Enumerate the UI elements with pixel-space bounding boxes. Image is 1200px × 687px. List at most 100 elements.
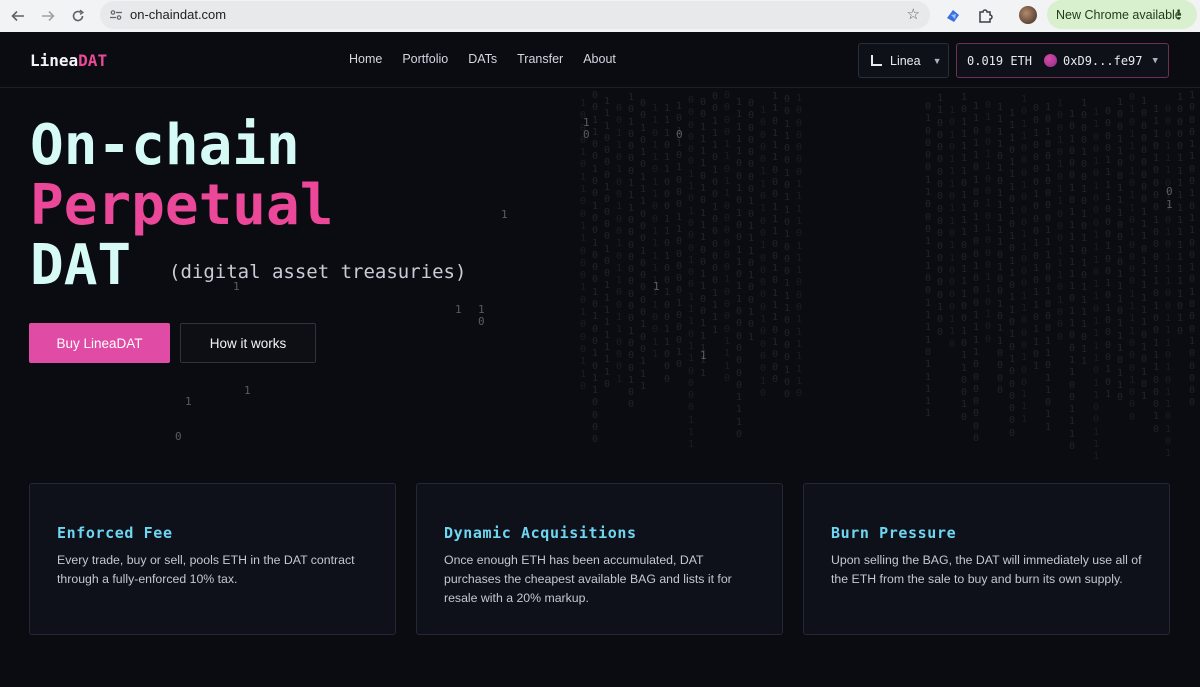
reload-icon[interactable] bbox=[67, 5, 89, 27]
url-text[interactable]: on-chaindat.com bbox=[130, 7, 226, 22]
feature-title: Dynamic Acquisitions bbox=[444, 524, 637, 542]
binary-column: 1 0 1 1 0 0 0 1 0 0 0 1 1 0 0 0 1 1 0 0 … bbox=[1021, 94, 1028, 425]
main-nav: Home Portfolio DATs Transfer About bbox=[349, 52, 616, 66]
nav-home[interactable]: Home bbox=[349, 52, 382, 66]
binary-digit: 1 bbox=[700, 349, 707, 362]
nav-transfer[interactable]: Transfer bbox=[517, 52, 563, 66]
binary-column: 1 0 1 0 0 0 0 1 1 1 0 0 0 0 0 0 0 0 0 1 … bbox=[628, 92, 635, 411]
page-content: 1 0 0 0 1 0 1 1 0 0 1 1 0 0 0 1 0 1 0 0 … bbox=[0, 32, 1200, 687]
binary-column: 0 0 1 1 1 1 0 1 0 1 1 1 0 0 1 1 0 0 1 1 … bbox=[700, 97, 707, 379]
feature-title: Burn Pressure bbox=[831, 524, 957, 542]
address-bar[interactable]: on-chaindat.com ☆ bbox=[100, 1, 930, 29]
nav-dats[interactable]: DATs bbox=[468, 52, 497, 66]
update-label: New Chrome available bbox=[1056, 7, 1182, 22]
binary-digit: 0 bbox=[1166, 185, 1173, 198]
binary-column: 1 0 1 1 0 1 0 0 0 1 1 0 0 0 0 0 1 0 0 0 … bbox=[676, 101, 683, 371]
binary-digit: 0 bbox=[676, 128, 683, 141]
feature-description: Every trade, buy or sell, pools ETH in t… bbox=[57, 553, 355, 586]
binary-column: 0 0 1 1 1 0 1 0 0 1 0 0 0 0 0 0 1 1 1 1 bbox=[712, 91, 719, 336]
binary-column: 0 0 0 0 0 0 1 1 0 1 0 0 0 1 0 0 1 1 1 0 … bbox=[688, 95, 695, 451]
network-selector[interactable]: Linea ▼ bbox=[858, 43, 949, 78]
logo-accent: DAT bbox=[78, 51, 108, 70]
binary-column: 1 0 0 0 0 1 1 0 1 0 0 1 0 0 0 0 0 1 0 0 … bbox=[760, 105, 767, 399]
feature-description: Once enough ETH has been accumulated, DA… bbox=[444, 553, 732, 605]
binary-digit: 1 bbox=[478, 303, 485, 316]
binary-digit: 1 bbox=[244, 384, 251, 397]
logo-main: Linea bbox=[30, 51, 79, 70]
wallet-balance: 0.019 ETH bbox=[967, 53, 1033, 68]
binary-digit: 1 bbox=[583, 116, 590, 129]
wallet-button[interactable]: 0.019 ETH 0xD9...fe97 ▼ bbox=[956, 43, 1169, 78]
binary-column: 1 0 0 0 0 0 0 0 0 1 1 1 0 1 1 1 1 1 1 0 … bbox=[1141, 96, 1148, 403]
binary-column: 0 0 0 0 1 1 1 1 0 0 0 1 0 0 1 0 1 0 0 0 … bbox=[1105, 106, 1112, 400]
binary-column: 0 1 0 1 1 0 1 0 1 1 0 1 0 0 0 0 1 1 1 1 … bbox=[1129, 92, 1136, 423]
binary-column: 0 0 0 0 0 0 0 0 1 0 1 1 1 0 1 0 0 1 0 1 bbox=[748, 98, 755, 343]
binary-digit: 1 bbox=[501, 208, 508, 221]
binary-column: 1 0 0 1 0 1 0 1 1 0 0 0 1 1 1 0 1 0 0 0 bbox=[1057, 98, 1064, 343]
browser-toolbar: on-chaindat.com ☆ New Chrome available ⋮ bbox=[0, 0, 1200, 32]
binary-column: 1 0 1 0 0 1 0 0 0 0 1 1 1 0 0 1 0 0 0 1 … bbox=[1045, 102, 1052, 433]
linea-network-icon bbox=[871, 55, 882, 66]
binary-column: 1 0 1 0 1 1 1 0 1 1 0 1 1 0 0 0 0 1 1 0 bbox=[949, 105, 956, 350]
network-label: Linea bbox=[890, 53, 921, 68]
chrome-update-button[interactable]: New Chrome available ⋮ bbox=[1047, 0, 1197, 29]
bookmark-star-icon[interactable]: ☆ bbox=[907, 5, 920, 23]
binary-column: 1 1 0 0 0 0 0 0 0 0 0 0 0 0 0 0 0 1 0 0 bbox=[937, 93, 944, 338]
binary-column: 1 1 0 1 1 0 1 0 0 1 1 0 0 1 0 0 0 1 1 1 … bbox=[973, 101, 980, 445]
binary-column: 1 1 0 1 1 0 1 1 0 0 1 1 1 1 1 1 1 0 0 1 … bbox=[652, 103, 659, 360]
binary-digit: 1 bbox=[185, 395, 192, 408]
binary-column: 0 0 1 1 0 0 1 0 0 1 0 0 1 0 0 0 1 0 1 0 … bbox=[592, 90, 599, 446]
binary-column: 0 0 0 0 1 1 0 1 1 0 0 0 0 0 0 1 0 0 0 0 … bbox=[724, 90, 731, 384]
feature-title: Enforced Fee bbox=[57, 524, 173, 542]
binary-digit: 0 bbox=[583, 128, 590, 141]
binary-column: 1 1 1 1 0 1 0 1 1 1 1 1 0 1 0 0 1 0 1 1 … bbox=[997, 102, 1004, 396]
wallet-address: 0xD9...fe97 bbox=[1063, 53, 1143, 68]
binary-column: 1 0 0 0 0 0 0 1 1 1 1 0 1 1 1 0 0 0 1 1 … bbox=[796, 93, 803, 400]
binary-column: 1 1 1 0 1 0 0 0 0 1 0 0 0 1 1 0 1 0 0 1 … bbox=[1153, 104, 1160, 435]
buy-lineadat-button[interactable]: Buy LineaDAT bbox=[29, 323, 170, 363]
binary-column: 1 1 1 0 0 0 0 1 0 0 0 0 1 0 0 1 1 1 1 1 … bbox=[604, 96, 611, 390]
feature-description: Upon selling the BAG, the DAT will immed… bbox=[831, 553, 1142, 586]
wallet-avatar bbox=[1044, 54, 1058, 67]
nav-about[interactable]: About bbox=[583, 52, 616, 66]
how-it-works-button[interactable]: How it works bbox=[180, 323, 316, 363]
hero-heading-line3: DAT bbox=[30, 233, 132, 298]
hero-subtitle: (digital asset treasuries) bbox=[169, 261, 467, 283]
forward-arrow-icon[interactable] bbox=[37, 5, 59, 27]
site-logo[interactable]: LineaDAT bbox=[30, 51, 107, 70]
binary-column: 0 0 1 0 0 0 0 1 0 0 0 1 0 1 0 1 1 0 1 1 … bbox=[1033, 103, 1040, 373]
profile-avatar[interactable] bbox=[1019, 6, 1037, 24]
extension-icon[interactable] bbox=[943, 6, 963, 26]
feature-card-enforced-fee: Enforced Fee Every trade, buy or sell, p… bbox=[29, 483, 396, 635]
binary-column: 0 1 0 0 1 1 0 0 1 0 1 0 0 0 1 1 0 1 0 0 bbox=[985, 100, 992, 345]
binary-column: 1 0 0 0 1 0 1 1 0 0 1 1 0 0 0 1 0 1 0 0 … bbox=[580, 98, 587, 392]
binary-column: 1 1 1 0 1 1 1 0 1 0 1 0 1 1 0 1 1 0 1 0 … bbox=[1009, 108, 1016, 439]
binary-column: 0 1 0 0 0 0 1 1 0 0 0 1 1 1 0 0 1 1 1 1 … bbox=[925, 101, 932, 420]
hero-heading-line1: On-chain bbox=[30, 113, 300, 178]
binary-digit: 1 bbox=[455, 303, 462, 316]
binary-column: 1 0 0 1 1 0 0 1 1 1 0 0 1 0 1 1 1 0 1 1 … bbox=[1117, 97, 1124, 404]
binary-digit: 1 bbox=[653, 280, 660, 293]
back-arrow-icon[interactable] bbox=[7, 5, 29, 27]
binary-column: 1 0 0 0 1 1 0 0 1 0 1 1 0 0 1 0 1 0 0 0 … bbox=[1189, 90, 1196, 409]
binary-column: 1 0 0 0 0 1 1 1 1 1 1 1 1 1 1 1 1 0 1 0 bbox=[1177, 92, 1184, 337]
binary-column: 1 1 0 0 1 0 1 0 0 0 1 1 1 0 1 1 0 1 1 1 … bbox=[1093, 107, 1100, 463]
nav-portfolio[interactable]: Portfolio bbox=[402, 52, 448, 66]
puzzle-icon[interactable] bbox=[975, 6, 995, 26]
chevron-down-icon: ▼ bbox=[932, 55, 942, 66]
binary-digit: 1 bbox=[1166, 198, 1173, 211]
binary-digit: 0 bbox=[175, 430, 182, 443]
binary-column: 0 0 0 1 1 1 0 1 1 0 1 0 1 1 1 0 0 1 1 1 … bbox=[1165, 104, 1172, 460]
site-header: LineaDAT Home Portfolio DATs Transfer Ab… bbox=[0, 32, 1200, 88]
feature-card-burn-pressure: Burn Pressure Upon selling the BAG, the … bbox=[803, 483, 1170, 635]
binary-column: 1 1 1 1 1 0 0 1 0 1 0 0 1 1 0 1 1 0 0 0 … bbox=[736, 97, 743, 441]
menu-dots-icon[interactable]: ⋮ bbox=[1172, 7, 1185, 23]
feature-card-dynamic-acquisitions: Dynamic Acquisitions Once enough ETH has… bbox=[416, 483, 783, 635]
binary-column: 1 1 1 0 1 1 0 0 0 1 1 0 1 0 0 1 0 0 1 1 … bbox=[664, 103, 671, 385]
binary-column: 1 0 1 0 0 0 1 0 1 1 1 1 1 1 1 0 1 1 0 0 … bbox=[1069, 109, 1076, 453]
site-info-icon[interactable] bbox=[107, 6, 125, 24]
binary-column: 1 0 1 1 1 1 1 0 1 1 1 1 0 0 1 1 1 0 0 1 … bbox=[961, 92, 968, 423]
binary-column: 1 0 0 0 1 0 0 1 0 1 0 1 0 1 0 1 1 1 1 0 … bbox=[1081, 98, 1088, 368]
binary-digit: 0 bbox=[478, 315, 485, 328]
chevron-down-icon: ▼ bbox=[1152, 55, 1158, 66]
